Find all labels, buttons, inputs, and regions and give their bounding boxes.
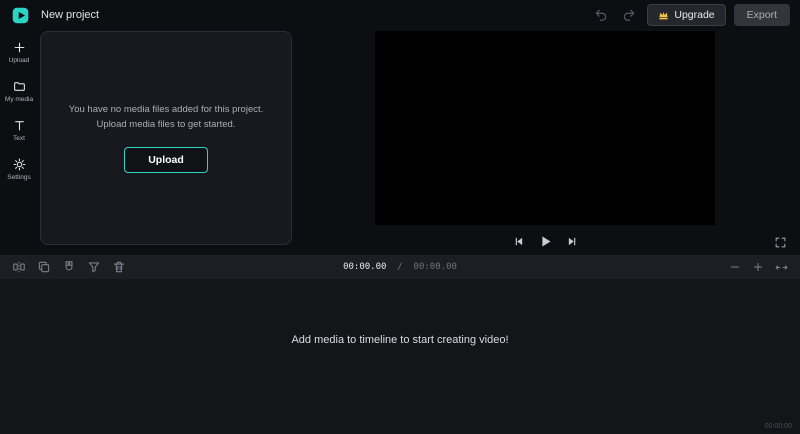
undo-button[interactable] [591,5,611,25]
sidebar-item-text[interactable]: Text [0,118,38,142]
text-icon [13,118,26,133]
plus-icon [752,261,764,273]
upgrade-button[interactable]: Upgrade [647,4,725,26]
redo-button[interactable] [619,5,639,25]
duplicate-button[interactable] [35,258,53,276]
split-icon [12,260,26,274]
undo-icon [594,8,608,22]
timecode-display: 00:00.00 / 00:00.00 [343,262,457,272]
timeline-area[interactable]: Add media to timeline to start creating … [0,279,800,434]
fit-to-screen-icon [775,261,788,274]
empty-media-message-line2: Upload media files to get started. [69,118,264,133]
zoom-in-button[interactable] [749,258,767,276]
upload-button[interactable]: Upload [124,147,208,173]
crown-icon [658,10,669,21]
sidebar-item-label: Text [13,135,25,142]
filter-icon [87,260,101,274]
timeline-empty-message: Add media to timeline to start creating … [291,334,508,346]
snap-button[interactable] [60,258,78,276]
sidebar-item-settings[interactable]: Settings [0,157,38,181]
media-panel: You have no media files added for this p… [40,31,292,245]
filter-button[interactable] [85,258,103,276]
zoom-controls [726,258,790,276]
empty-media-message-line1: You have no media files added for this p… [69,103,264,118]
skip-to-end-icon [567,236,578,247]
fit-zoom-button[interactable] [772,258,790,276]
plus-icon [13,40,26,55]
app-logo [12,7,29,24]
trash-icon [112,260,126,274]
skip-to-start-icon [513,236,524,247]
workspace: Upload My media Text Settings [0,30,800,255]
skip-to-start-button[interactable] [509,232,527,250]
total-time: 00:00.00 [414,262,457,272]
redo-icon [622,8,636,22]
duplicate-icon [37,260,51,274]
video-editor-app: New project Upgrade Export [0,0,800,434]
folder-icon [13,79,26,94]
sidebar: Upload My media Text Settings [0,30,38,255]
sidebar-item-my-media[interactable]: My media [0,79,38,103]
playback-controls [375,232,715,250]
play-icon [538,234,553,249]
sidebar-item-label: Upload [9,57,30,64]
video-preview [375,31,715,225]
zoom-out-button[interactable] [726,258,744,276]
delete-button[interactable] [110,258,128,276]
top-bar: New project Upgrade Export [0,0,800,30]
sidebar-item-label: Settings [7,174,31,181]
export-button[interactable]: Export [734,4,790,26]
fullscreen-icon [774,236,787,249]
sidebar-item-label: My media [5,96,33,103]
watermark: 00:00:00 [765,423,792,430]
magnet-icon [62,260,76,274]
current-time: 00:00.00 [343,262,386,272]
sidebar-item-upload[interactable]: Upload [0,40,38,64]
project-title: New project [41,9,99,21]
skip-to-end-button[interactable] [563,232,581,250]
play-button[interactable] [536,232,554,250]
split-button[interactable] [10,258,28,276]
timeline-toolbar: 00:00.00 / 00:00.00 [0,255,800,279]
minus-icon [729,261,741,273]
fullscreen-button[interactable] [770,232,790,252]
upgrade-label: Upgrade [674,9,714,21]
gear-icon [13,157,26,172]
